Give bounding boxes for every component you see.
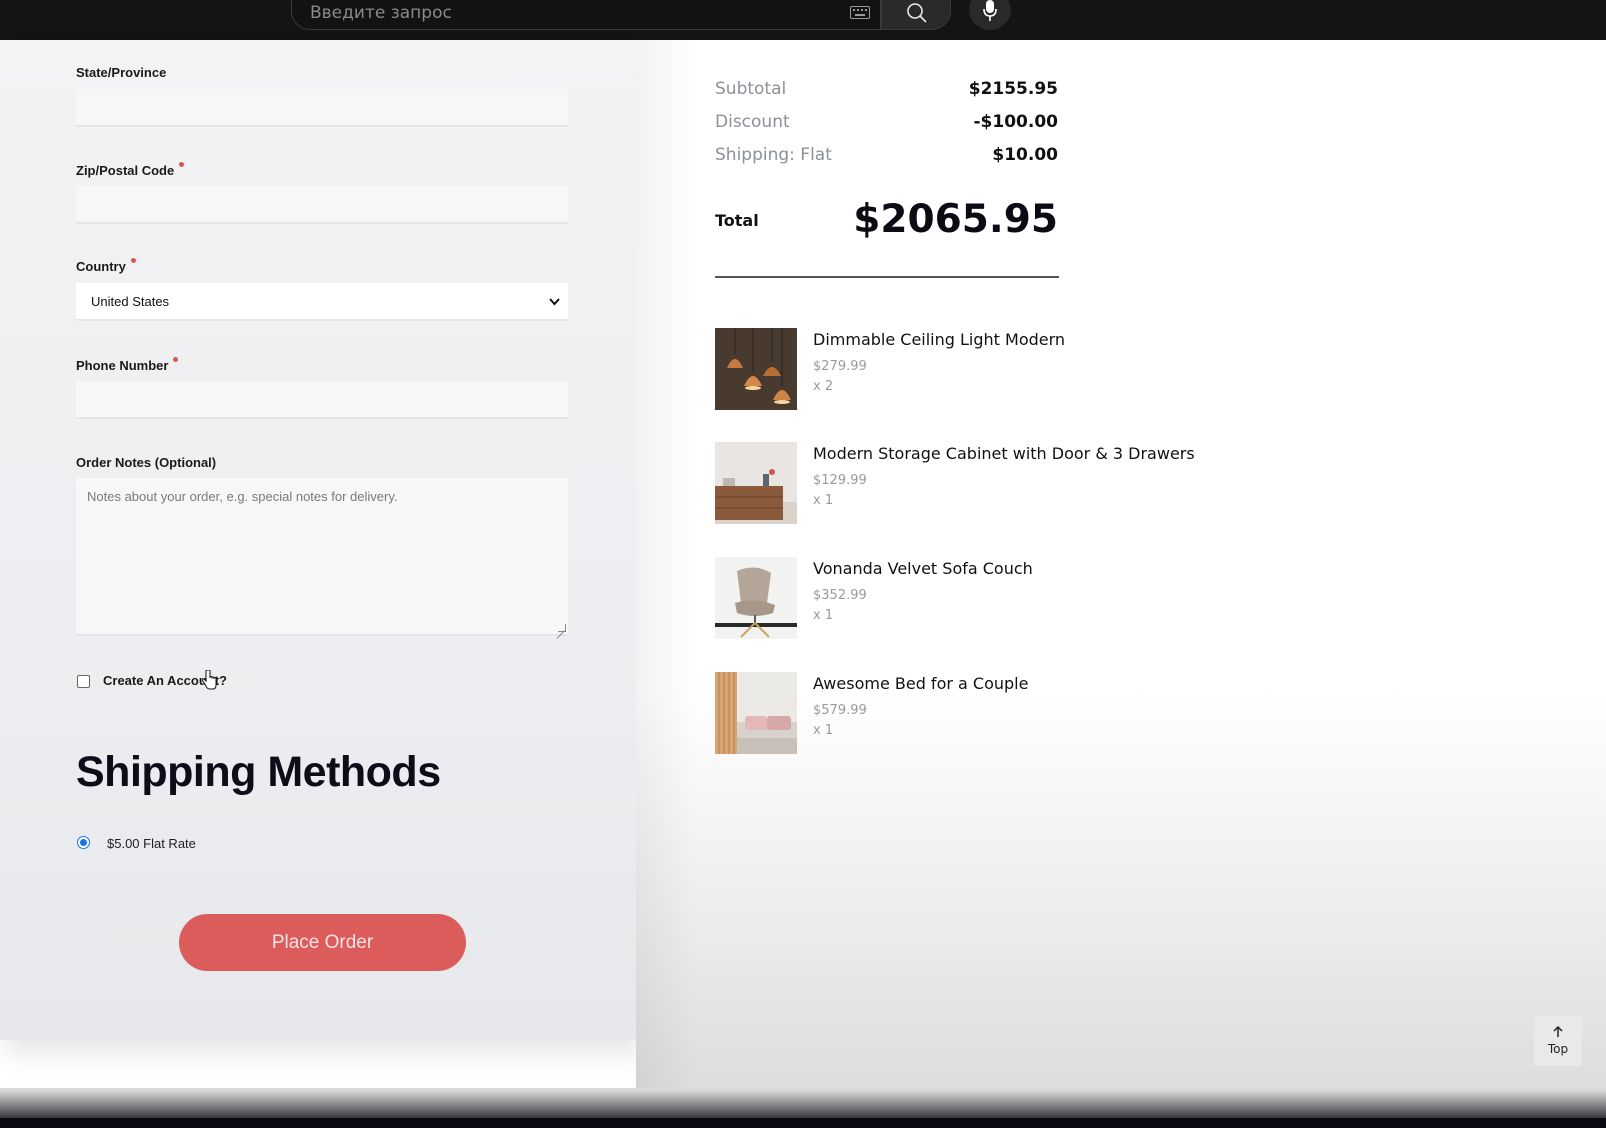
product-image bbox=[715, 328, 797, 410]
required-indicator bbox=[173, 357, 179, 362]
product-price: $279.99 bbox=[813, 359, 867, 374]
product-price: $579.99 bbox=[813, 703, 867, 718]
total-value: $2065.95 bbox=[853, 197, 1058, 242]
product-price: $352.99 bbox=[813, 588, 867, 603]
footer-shadow bbox=[0, 1091, 1606, 1118]
flat-rate-label[interactable]: $5.00 Flat Rate bbox=[107, 836, 196, 851]
resize-handle-icon[interactable] bbox=[558, 624, 566, 632]
product-name[interactable]: Dimmable Ceiling Light Modern bbox=[813, 330, 1065, 349]
search-box[interactable] bbox=[291, 0, 881, 30]
product-price: $129.99 bbox=[813, 473, 867, 488]
search-icon bbox=[907, 3, 927, 23]
list-item: Awesome Bed for a Couple $579.99 x 1 bbox=[715, 672, 1415, 754]
phone-label-text: Phone Number bbox=[76, 358, 169, 373]
product-name[interactable]: Awesome Bed for a Couple bbox=[813, 674, 1028, 693]
zip-input[interactable] bbox=[76, 186, 568, 224]
subtotal-label: Subtotal bbox=[715, 79, 787, 99]
mic-icon bbox=[983, 0, 997, 21]
product-quantity: x 1 bbox=[813, 493, 834, 508]
state-input[interactable] bbox=[76, 89, 568, 127]
search-input[interactable] bbox=[310, 1, 810, 25]
product-quantity: x 1 bbox=[813, 608, 834, 623]
create-account-checkbox[interactable] bbox=[77, 675, 90, 688]
notes-label-text: Order Notes (Optional) bbox=[76, 455, 217, 470]
product-quantity: x 1 bbox=[813, 723, 834, 738]
summary-divider bbox=[715, 276, 1059, 278]
list-item: Modern Storage Cabinet with Door & 3 Dra… bbox=[715, 442, 1415, 524]
country-select[interactable]: United States bbox=[76, 283, 568, 321]
browser-top-bar bbox=[0, 0, 1606, 40]
chevron-down-icon bbox=[549, 298, 560, 306]
product-image bbox=[715, 442, 797, 524]
country-label-text: Country bbox=[76, 259, 126, 274]
subtotal-value: $2155.95 bbox=[968, 79, 1058, 99]
required-indicator bbox=[179, 162, 185, 167]
zip-label-text: Zip/Postal Code bbox=[76, 163, 175, 178]
discount-label: Discount bbox=[715, 112, 790, 132]
product-image bbox=[715, 672, 797, 754]
shipping-methods-title: Shipping Methods bbox=[76, 748, 441, 796]
zip-label: Zip/Postal Code bbox=[76, 162, 185, 178]
back-to-top-button[interactable]: Top bbox=[1534, 1016, 1582, 1066]
discount-value: -$100.00 bbox=[973, 112, 1059, 132]
list-item: Vonanda Velvet Sofa Couch $352.99 x 1 bbox=[715, 557, 1415, 639]
required-indicator bbox=[130, 258, 136, 263]
product-name[interactable]: Modern Storage Cabinet with Door & 3 Dra… bbox=[813, 444, 1195, 463]
list-item: Dimmable Ceiling Light Modern $279.99 x … bbox=[715, 328, 1415, 410]
product-name[interactable]: Vonanda Velvet Sofa Couch bbox=[813, 559, 1033, 578]
arrow-up-icon bbox=[1553, 1026, 1563, 1037]
keyboard-icon[interactable] bbox=[850, 6, 870, 19]
phone-input[interactable] bbox=[76, 381, 568, 419]
country-label: Country bbox=[76, 258, 136, 274]
place-order-button[interactable]: Place Order bbox=[179, 914, 466, 971]
voice-search-button[interactable] bbox=[969, 0, 1011, 30]
search-button[interactable] bbox=[881, 0, 951, 30]
notes-label: Order Notes (Optional) bbox=[76, 455, 216, 470]
total-label: Total bbox=[715, 211, 759, 230]
back-to-top-label: Top bbox=[1547, 1042, 1569, 1056]
hand-cursor-icon bbox=[201, 670, 217, 690]
country-selected-value: United States bbox=[91, 294, 170, 309]
notes-placeholder: Notes about your order, e.g. special not… bbox=[87, 489, 398, 504]
flat-rate-radio[interactable] bbox=[77, 836, 90, 849]
state-label: State/Province bbox=[76, 65, 166, 80]
shipping-value: $10.00 bbox=[992, 145, 1058, 165]
product-image bbox=[715, 557, 797, 639]
bottom-bar bbox=[0, 1118, 1606, 1128]
order-notes-textarea[interactable]: Notes about your order, e.g. special not… bbox=[76, 478, 568, 636]
product-quantity: x 2 bbox=[813, 379, 834, 394]
state-label-text: State/Province bbox=[76, 65, 167, 80]
shipping-label: Shipping: Flat bbox=[715, 145, 832, 165]
phone-label: Phone Number bbox=[76, 357, 179, 373]
